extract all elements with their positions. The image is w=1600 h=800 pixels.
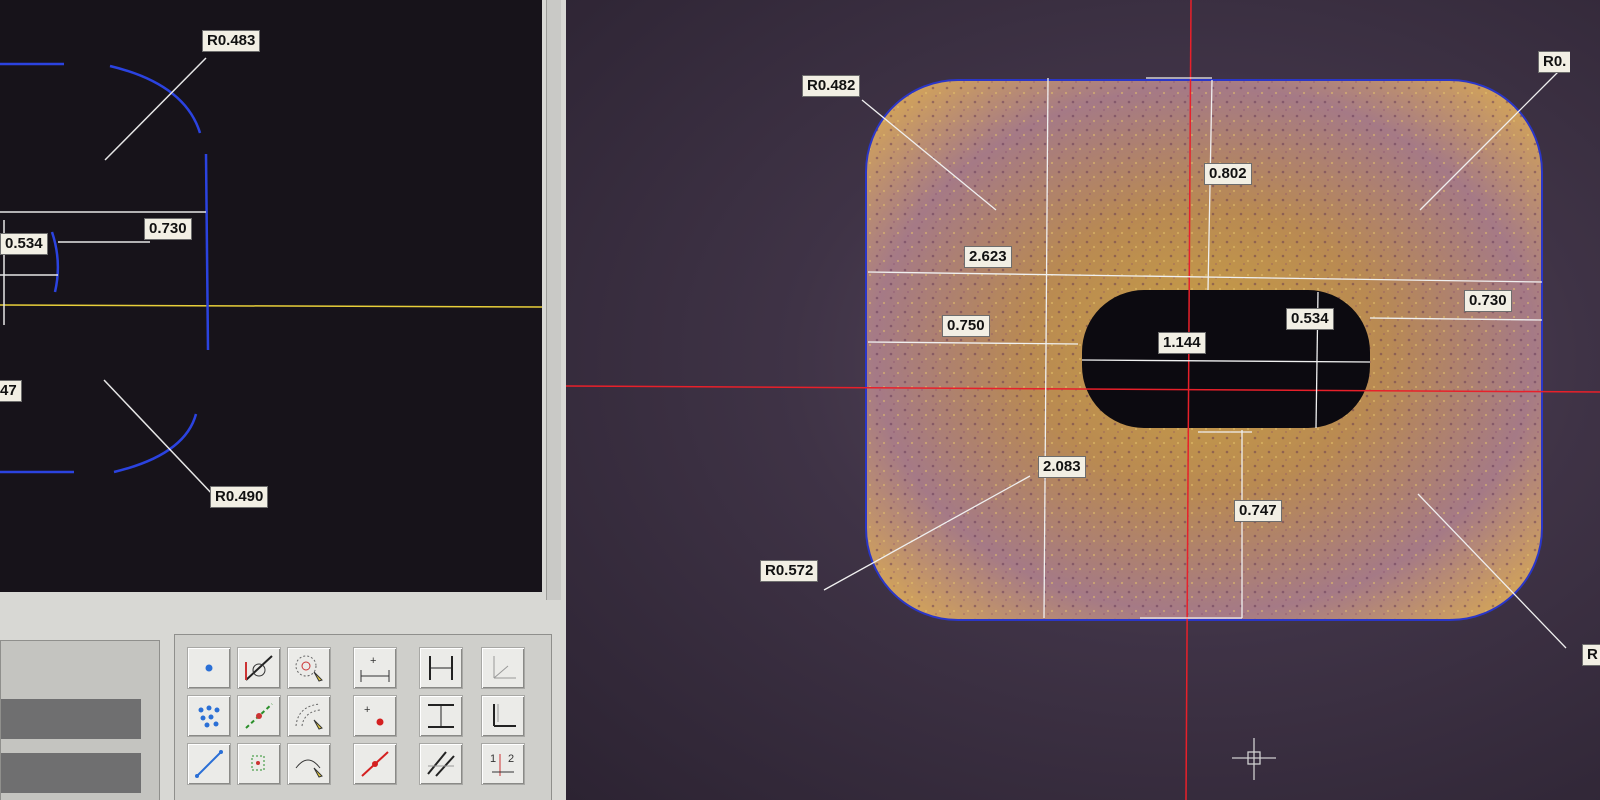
circle-fit-icon (295, 655, 323, 682)
coordinate-tool-button[interactable] (481, 647, 525, 689)
camera-overlay (566, 0, 1600, 800)
multi-point-tool-button[interactable] (187, 695, 231, 737)
total-height-label: 2.083 (1038, 456, 1086, 478)
intersection-icon (427, 751, 455, 777)
point-distance-icon: + (364, 704, 384, 726)
width-icon (429, 656, 453, 680)
top-gap-label: 0.802 (1204, 163, 1252, 185)
distance-tool-button[interactable]: + (353, 647, 397, 689)
cad-part-outline (0, 62, 210, 474)
cad-drawing-canvas[interactable]: R0.483 0.730 0.534 47 R0.490 (0, 0, 542, 592)
line-points-tool-button[interactable] (237, 695, 281, 737)
svg-text:+: + (370, 655, 376, 667)
status-panel (0, 640, 160, 800)
datum-icon: 12 (490, 753, 514, 776)
radius-label-top-right: R0. (1538, 51, 1571, 73)
width-tool-button[interactable] (419, 647, 463, 689)
symmetry-tool-button[interactable] (237, 743, 281, 785)
cad-geometry (0, 57, 542, 498)
total-width-label: 2.623 (964, 246, 1012, 268)
height-tool-button[interactable] (419, 695, 463, 737)
bottom-gap-label: 0.747 (1234, 500, 1282, 522)
segment-tool-button[interactable] (187, 743, 231, 785)
circle-fit-tool-button[interactable] (287, 647, 331, 689)
angle-icon (493, 704, 516, 727)
radius-label-bottom-left: R0.572 (760, 560, 819, 582)
slot-length-label: 1.144 (1158, 332, 1206, 354)
multi-point-icon (198, 705, 220, 728)
point-icon (205, 664, 213, 672)
cad-radius-label-top: R0.483 (202, 30, 261, 52)
cad-height-label: 0.534 (0, 233, 48, 255)
cad-partial-label: 47 (0, 380, 22, 402)
line-fit-icon (245, 655, 273, 681)
svg-text:2: 2 (508, 753, 514, 765)
line-fit-tool-button[interactable] (237, 647, 281, 689)
segment-icon (195, 750, 223, 778)
svg-text:1: 1 (490, 753, 496, 765)
line-points-icon (245, 703, 273, 729)
right-gap-label: 0.730 (1464, 290, 1512, 312)
point-tool-button[interactable] (187, 647, 231, 689)
camera-measurement-view[interactable]: R0.482 R0. 0.802 2.623 0.750 1.144 0.534… (566, 0, 1600, 800)
svg-text:+: + (364, 704, 370, 716)
cad-width-label: 0.730 (144, 218, 192, 240)
cursor-crosshair-icon (1232, 738, 1276, 780)
arc-3pt-tool-button[interactable] (287, 743, 331, 785)
cad-axis-line (0, 304, 542, 308)
cad-window: R0.483 0.730 0.534 47 R0.490 + + 1 2 (0, 0, 566, 800)
arc-icon (295, 703, 323, 730)
arc-3pt-icon (295, 759, 323, 778)
radius-label-top-left: R0.482 (802, 75, 861, 97)
distance-icon: + (360, 655, 390, 682)
cad-vertical-scrollbar[interactable] (546, 0, 561, 600)
slot-height-label: 0.534 (1286, 308, 1334, 330)
cad-dimension-lines (0, 57, 216, 498)
height-icon (428, 704, 454, 728)
line-icon (361, 751, 389, 777)
angle-tool-button[interactable] (481, 695, 525, 737)
point-distance-tool-button[interactable]: + (353, 695, 397, 737)
intersection-tool-button[interactable] (419, 743, 463, 785)
arc-tool-button[interactable] (287, 695, 331, 737)
left-gap-label: 0.750 (942, 315, 990, 337)
coordinate-icon (493, 656, 516, 679)
status-bar-1 (1, 699, 141, 739)
symmetry-icon (251, 755, 265, 771)
status-bar-2 (1, 753, 141, 793)
radius-label-bottom-right: R (1582, 644, 1600, 666)
measurement-tool-palette: + + 1 2 (174, 634, 552, 800)
line-tool-button[interactable] (353, 743, 397, 785)
cad-radius-label-bottom: R0.490 (210, 486, 269, 508)
datum-tool-button[interactable]: 12 (481, 743, 525, 785)
